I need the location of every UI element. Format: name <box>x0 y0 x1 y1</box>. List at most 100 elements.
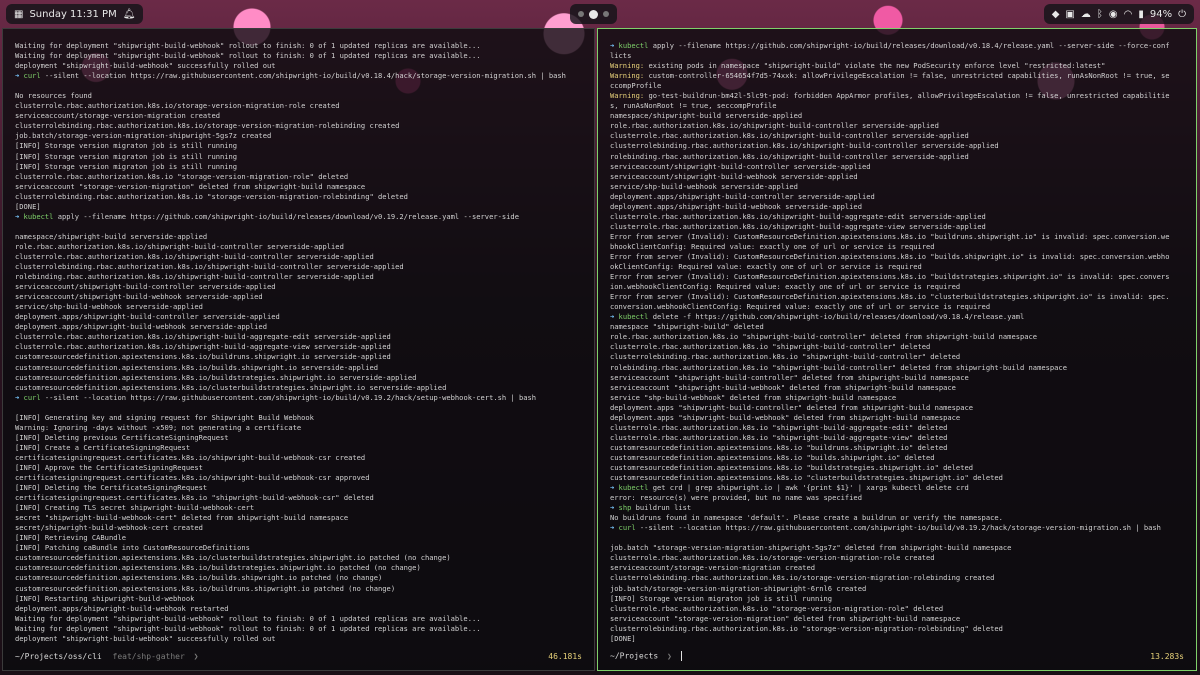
command-name: curl <box>23 71 41 81</box>
output-line: customresourcedefinition.apiextensions.k… <box>610 442 948 452</box>
text-cursor <box>680 651 682 661</box>
output-line: No resources found <box>15 91 92 101</box>
command-line: ➜ shp buildrun list <box>610 503 1190 513</box>
terminal-pane-right[interactable]: ➜ kubectl apply --filename https://githu… <box>597 28 1197 671</box>
output-line: [INFO] Storage version migraton job is s… <box>15 161 238 171</box>
command-args: apply --filename https://github.com/ship… <box>53 211 519 221</box>
bell-icon: 🔔︎ <box>122 8 136 20</box>
output-line: customresourcedefinition.apiextensions.k… <box>15 372 417 382</box>
record-icon[interactable]: ◉ <box>1109 9 1118 20</box>
command-args: buildrun list <box>631 503 692 513</box>
output-line: deployment.apps "shipwright-build-contro… <box>610 402 974 412</box>
output-line: service/shp-build-webhook serverside-app… <box>610 181 798 191</box>
output-line: job.batch "storage-version-migration-shi… <box>610 543 1012 553</box>
output-line: rolebinding.rbac.authorization.k8s.io/sh… <box>15 272 374 282</box>
output-line: deployment.apps/shipwright-build-webhook… <box>15 603 229 613</box>
output-line: ion.webhookClientConfig: Required value:… <box>610 282 961 292</box>
command-line: ➜ kubectl apply --filename https://githu… <box>15 212 588 222</box>
top-bar: ▦ Sunday 11:31 PM 🔔︎ ◆ ▣ ☁ ᛒ ◉ ◠ ▮ 94% ⏻ <box>0 0 1200 28</box>
output-line: [DONE] <box>15 201 41 211</box>
prompt-path: ~/Projects/oss/cli <box>15 651 102 661</box>
prompt-bar-left[interactable]: ~/Projects/oss/cli feat/shp-gather ❯ 46.… <box>3 646 594 666</box>
grid-icon[interactable]: ▣ <box>1065 9 1074 20</box>
command-args: --silent --location https://raw.githubus… <box>40 392 537 402</box>
output-line: licts <box>610 51 632 61</box>
output-line: role.rbac.authorization.k8s.io/shipwrigh… <box>610 121 939 131</box>
workspace-dot-active[interactable] <box>589 9 599 19</box>
command-line: ➜ curl --silent --location https://raw.g… <box>610 523 1190 533</box>
output-line: namespace/shipwright-build serverside-ap… <box>610 111 803 121</box>
output-line: conversion.webhookClientConfig: Required… <box>610 302 991 312</box>
command-name: kubectl <box>618 312 649 322</box>
output-line: deployment.apps/shipwright-build-control… <box>15 312 280 322</box>
output-line: secret/shipwright-build-webhook-cert cre… <box>15 523 203 533</box>
output-line: customresourcedefinition.apiextensions.k… <box>610 462 974 472</box>
output-line: deployment.apps/shipwright-build-control… <box>610 191 875 201</box>
command-line: ➜ kubectl apply --filename https://githu… <box>610 41 1190 51</box>
output-line: clusterrole.rbac.authorization.k8s.io/st… <box>610 553 935 563</box>
output-line: clusterrole.rbac.authorization.k8s.io "s… <box>15 171 349 181</box>
wifi-icon[interactable]: ◠ <box>1124 9 1133 20</box>
battery-icon[interactable]: ▮ <box>1138 9 1144 20</box>
output-line: customresourcedefinition.apiextensions.k… <box>15 352 391 362</box>
output-line: deployment "shipwright-build-webhook" su… <box>15 61 276 71</box>
workspace-switcher[interactable] <box>570 4 618 24</box>
bluetooth-icon[interactable]: ᛒ <box>1097 9 1103 20</box>
warning-text: custom-controller-654654f7d5-74xxk: allo… <box>644 71 1170 81</box>
output-line: [INFO] Storage version migraton job is s… <box>610 593 833 603</box>
output-line: [INFO] Storage version migraton job is s… <box>15 151 238 161</box>
terminal-pane-left[interactable]: Waiting for deployment "shipwright-build… <box>2 28 595 671</box>
output-line: [INFO] Storage version migraton job is s… <box>15 141 238 151</box>
warning-text: go-test-buildrun-bm42l-5lc9t-pod: forbid… <box>644 91 1170 101</box>
output-line: deployment "shipwright-build-webhook" su… <box>15 633 276 643</box>
output-line: serviceaccount/storage-version-migration… <box>610 563 815 573</box>
output-line: No buildruns found in namespace 'default… <box>610 513 1003 523</box>
output-line: customresourcedefinition.apiextensions.k… <box>15 573 383 583</box>
output-line: [INFO] Generating key and signing reques… <box>15 412 314 422</box>
output-line: certificatesigningrequest.certificates.k… <box>15 452 366 462</box>
clock-widget[interactable]: ▦ Sunday 11:31 PM 🔔︎ <box>6 4 144 24</box>
output-line: serviceaccount "storage-version-migratio… <box>610 613 961 623</box>
output-line: ccompProfile <box>610 81 662 91</box>
output-line: [INFO] Approve the CertificateSigningReq… <box>15 462 203 472</box>
command-line: ➜ kubectl delete -f https://github.com/s… <box>610 312 1190 322</box>
output-line: [INFO] Deleting the CertificateSigningRe… <box>15 483 208 493</box>
workspace-dot[interactable] <box>603 11 610 17</box>
system-tray[interactable]: ◆ ▣ ☁ ᛒ ◉ ◠ ▮ 94% ⏻ <box>1043 4 1194 24</box>
command-name: kubectl <box>618 41 649 50</box>
output-line: clusterrole.rbac.authorization.k8s.io "s… <box>610 422 948 432</box>
git-branch: feat/shp-gather <box>112 651 185 661</box>
output-line: serviceaccount/shipwright-build-webhook … <box>610 171 858 181</box>
command-name: curl <box>618 523 636 533</box>
output-line: customresourcedefinition.apiextensions.k… <box>610 473 1003 483</box>
output-line: Error from server (Invalid): CustomResou… <box>610 272 1170 282</box>
output-line: serviceaccount "storage-version-migratio… <box>15 181 366 191</box>
output-line: clusterrole.rbac.authorization.k8s.io/sh… <box>610 221 986 231</box>
output-line: clusterrolebinding.rbac.authorization.k8… <box>610 352 961 362</box>
power-icon[interactable]: ⏻ <box>1178 9 1186 20</box>
output-line: clusterrole.rbac.authorization.k8s.io/sh… <box>15 342 391 352</box>
output-line: clusterrolebinding.rbac.authorization.k8… <box>610 573 995 583</box>
workspace-dot[interactable] <box>578 11 585 17</box>
output-line: serviceaccount/shipwright-build-controll… <box>610 161 871 171</box>
prompt-path: ~/Projects <box>610 651 659 661</box>
output-line: serviceaccount/shipwright-build-controll… <box>15 282 276 292</box>
prompt-arrow-icon: ➜ <box>610 523 619 533</box>
output-line: rolebinding.rbac.authorization.k8s.io "s… <box>610 362 1067 372</box>
warning-label: Warning: <box>610 61 645 71</box>
output-line: Warning: Ignoring -days without -x509; n… <box>15 422 302 432</box>
output-line: serviceaccount "shipwright-build-control… <box>610 372 969 382</box>
output-line: rolebinding.rbac.authorization.k8s.io/sh… <box>610 151 969 161</box>
output-line: Waiting for deployment "shipwright-build… <box>15 41 481 50</box>
cloud-icon[interactable]: ☁ <box>1081 9 1091 20</box>
command-line: ➜ curl --silent --location https://raw.g… <box>15 71 588 81</box>
output-line: certificatesigningrequest.certificates.k… <box>15 473 370 483</box>
output-line: Warning: go-test-buildrun-bm42l-5lc9t-po… <box>610 91 1190 101</box>
output-line: service/shp-build-webhook serverside-app… <box>15 302 203 312</box>
output-line: deployment.apps "shipwright-build-webhoo… <box>610 412 961 422</box>
tray-app-icon[interactable]: ◆ <box>1052 9 1060 20</box>
prompt-bar-right[interactable]: ~/Projects ❯ 13.283s <box>598 646 1196 666</box>
